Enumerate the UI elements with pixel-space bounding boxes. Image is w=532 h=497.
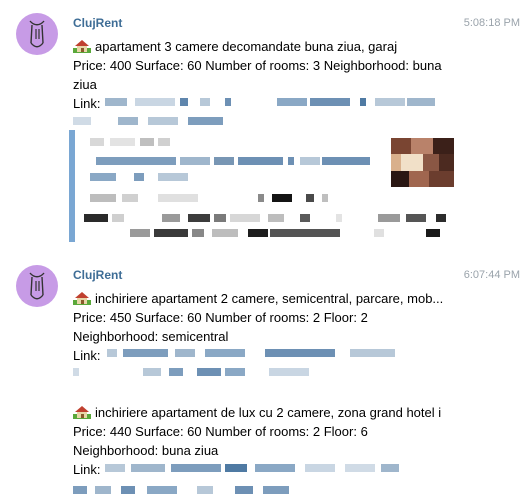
post-details-cont: ziua	[73, 77, 97, 92]
post-details: Price: 450 Surface: 60 Number of rooms: …	[73, 310, 368, 325]
house-emoji-icon	[73, 40, 91, 53]
redacted-link[interactable]	[105, 349, 395, 357]
preview-description-cont	[84, 214, 449, 222]
post-link-label: Link:	[73, 348, 101, 363]
message-timestamp: 6:07:44 PM	[463, 269, 520, 281]
preview-description	[88, 194, 328, 202]
preview-description-cont2	[130, 229, 442, 237]
post-title: apartament 3 camere decomandate buna ziu…	[73, 37, 397, 56]
redacted-link[interactable]	[105, 464, 405, 472]
post-link-label: Link:	[73, 462, 101, 477]
preview-title-cont[interactable]	[90, 173, 190, 181]
post-details-cont: Neighborhood: buna ziua	[73, 443, 219, 458]
preview-title[interactable]	[90, 157, 375, 165]
sender-avatar[interactable]	[16, 13, 58, 55]
post-details-cont: Neighborhood: semicentral	[73, 329, 229, 344]
house-emoji-icon	[73, 292, 91, 305]
avatar-bot-icon	[29, 20, 45, 48]
sender-name[interactable]: ClujRent	[73, 268, 122, 282]
sender-avatar[interactable]	[16, 265, 58, 307]
sender-name[interactable]: ClujRent	[73, 16, 122, 30]
post-details: Price: 400 Surface: 60 Number of rooms: …	[73, 58, 442, 73]
redacted-link-cont[interactable]	[73, 486, 293, 494]
preview-site[interactable]	[90, 138, 180, 146]
post-details: Price: 440 Surface: 60 Number of rooms: …	[73, 424, 368, 439]
post-title-text: inchiriere apartament 2 camere, semicent…	[95, 291, 444, 306]
redacted-link-cont[interactable]	[73, 368, 313, 376]
redacted-link-cont[interactable]	[73, 117, 233, 125]
post-title: inchiriere apartament de lux cu 2 camere…	[73, 403, 441, 422]
post-title: inchiriere apartament 2 camere, semicent…	[73, 289, 443, 308]
post-title-text: apartament 3 camere decomandate buna ziu…	[95, 39, 398, 54]
house-emoji-icon	[73, 406, 91, 419]
redacted-link[interactable]	[105, 98, 435, 106]
post-title-text: inchiriere apartament de lux cu 2 camere…	[95, 405, 442, 420]
link-preview-thumbnail[interactable]	[391, 138, 454, 187]
avatar-bot-icon	[29, 272, 45, 300]
post-link-label: Link:	[73, 96, 101, 111]
message-timestamp: 5:08:18 PM	[463, 17, 520, 29]
link-preview-bar	[69, 130, 75, 242]
